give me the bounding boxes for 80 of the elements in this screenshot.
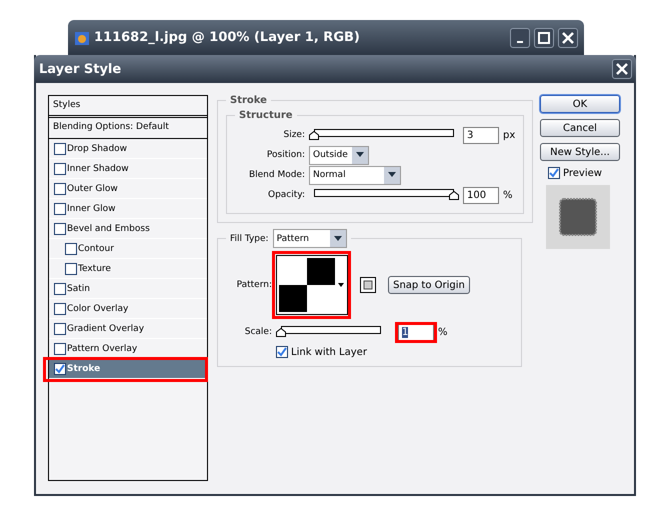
blending-options-item[interactable]: Blending Options: Default bbox=[49, 118, 207, 139]
style-label: Color Overlay bbox=[67, 304, 128, 314]
snap-to-origin-button[interactable]: Snap to Origin bbox=[388, 276, 470, 294]
minimize-icon bbox=[517, 40, 523, 42]
style-label: Contour bbox=[78, 244, 114, 254]
style-label: Gradient Overlay bbox=[67, 324, 144, 334]
window-title: 111682_l.jpg @ 100% (Layer 1, RGB) bbox=[94, 30, 360, 45]
style-item[interactable]: Color Overlay bbox=[49, 299, 207, 319]
style-item[interactable]: Satin bbox=[49, 279, 207, 299]
size-field[interactable]: 3 bbox=[463, 126, 499, 144]
style-label: Satin bbox=[67, 284, 90, 294]
style-item[interactable]: Drop Shadow bbox=[49, 139, 207, 159]
close-button[interactable] bbox=[558, 28, 578, 48]
style-label: Drop Shadow bbox=[67, 144, 128, 154]
styles-header: Styles bbox=[49, 96, 207, 118]
field-label: Scale: bbox=[244, 327, 272, 337]
style-label: Stroke bbox=[67, 364, 100, 374]
checkbox[interactable] bbox=[54, 362, 66, 374]
checkbox[interactable] bbox=[65, 262, 77, 274]
slider-thumb[interactable] bbox=[309, 131, 319, 140]
unit-label: % bbox=[438, 326, 448, 338]
field-label: Opacity: bbox=[267, 190, 305, 200]
checkbox[interactable] bbox=[276, 346, 288, 358]
style-item[interactable]: Pattern Overlay bbox=[49, 339, 207, 359]
style-label: Inner Shadow bbox=[67, 164, 129, 174]
unit-label: px bbox=[503, 130, 516, 140]
field-label: Blend Mode: bbox=[248, 170, 305, 180]
group-title: Stroke bbox=[229, 95, 268, 106]
field-label: Pattern: bbox=[236, 280, 272, 290]
minimize-button[interactable] bbox=[510, 28, 530, 48]
style-item[interactable]: Texture bbox=[49, 259, 207, 279]
checkbox[interactable] bbox=[54, 182, 66, 194]
checkbox[interactable] bbox=[54, 342, 66, 354]
scale-field[interactable]: 1 bbox=[398, 324, 434, 340]
style-item[interactable]: Bevel and Emboss bbox=[49, 219, 207, 239]
image-file-icon bbox=[74, 30, 90, 46]
close-icon bbox=[562, 32, 574, 44]
checkbox[interactable] bbox=[65, 242, 77, 254]
pattern-swatch bbox=[277, 256, 337, 314]
maximize-button[interactable] bbox=[534, 28, 554, 48]
checkbox[interactable] bbox=[54, 302, 66, 314]
opacity-field[interactable]: 100 bbox=[463, 186, 499, 204]
new-preset-icon[interactable] bbox=[360, 277, 376, 293]
style-label: Texture bbox=[78, 264, 111, 274]
style-item[interactable]: Outer Glow bbox=[49, 179, 207, 199]
fill-type-dropdown[interactable]: Pattern bbox=[272, 229, 347, 248]
checkbox[interactable] bbox=[54, 282, 66, 294]
style-item[interactable]: Contour bbox=[49, 239, 207, 259]
dialog-button[interactable]: Cancel bbox=[540, 119, 620, 137]
style-label: Pattern Overlay bbox=[67, 344, 138, 354]
slider-thumb[interactable] bbox=[449, 191, 459, 200]
dialog-title: Layer Style bbox=[39, 62, 122, 76]
checkbox[interactable] bbox=[54, 222, 66, 234]
style-item[interactable]: Inner Glow bbox=[49, 199, 207, 219]
style-item[interactable]: Gradient Overlay bbox=[49, 319, 207, 339]
dialog-button[interactable]: OK bbox=[540, 95, 620, 113]
checkbox[interactable] bbox=[54, 162, 66, 174]
style-preview-thumbnail bbox=[546, 185, 610, 249]
close-icon bbox=[616, 63, 628, 75]
field-label: Fill Type: bbox=[230, 234, 269, 244]
checkbox-label: Preview bbox=[563, 168, 602, 178]
checkbox[interactable] bbox=[54, 322, 66, 334]
style-item[interactable]: Inner Shadow bbox=[49, 159, 207, 179]
checkbox[interactable] bbox=[54, 202, 66, 214]
checkbox[interactable] bbox=[548, 167, 560, 179]
close-button[interactable] bbox=[612, 59, 632, 79]
unit-label: % bbox=[503, 190, 513, 200]
maximize-icon bbox=[538, 32, 550, 44]
position-dropdown[interactable]: Outside bbox=[309, 146, 369, 164]
style-label: Outer Glow bbox=[67, 184, 118, 194]
style-label: Inner Glow bbox=[67, 204, 116, 214]
field-label: Position: bbox=[266, 150, 305, 160]
group-title: Structure bbox=[238, 110, 294, 121]
dialog-button[interactable]: New Style... bbox=[540, 143, 620, 161]
style-label: Bevel and Emboss bbox=[67, 224, 150, 234]
slider-thumb[interactable] bbox=[276, 328, 286, 337]
checkbox-label: Link with Layer bbox=[291, 346, 367, 358]
blend-mode-dropdown[interactable]: Normal bbox=[309, 166, 401, 184]
field-label: Size: bbox=[282, 130, 305, 140]
checkbox[interactable] bbox=[54, 142, 66, 154]
